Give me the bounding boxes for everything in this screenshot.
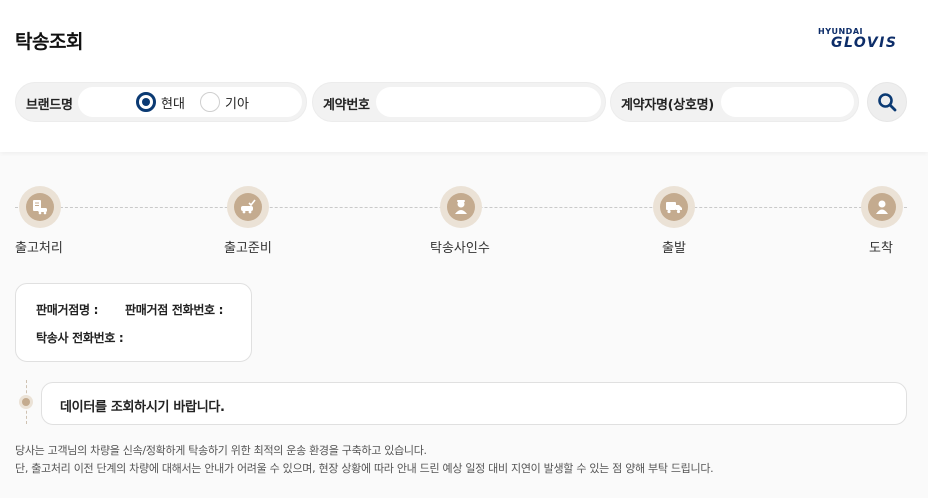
dealer-name-label: 판매거점명 : [36,303,99,317]
brand-filter: 브랜드명 현대 기아 [15,82,307,122]
search-button[interactable] [867,82,907,122]
step-icon-wrapper [653,186,695,228]
contract-number-filter: 계약번호 [312,82,606,122]
person-icon [876,200,888,214]
contract-number-label: 계약번호 [323,98,370,113]
search-icon [878,93,897,112]
brand-option-label: 현대 [161,96,185,112]
contractor-name-filter: 계약자명(상호명) [610,82,859,122]
brand-option-label: 기아 [225,96,249,112]
page-title: 탁송조회 [15,31,83,53]
dealer-phone-label: 판매거점 전화번호 : [125,303,224,317]
brand-label: 브랜드명 [26,98,73,113]
notice-line1: 당사는 고객님의 차량을 신속/정확하게 탁송하기 위한 최적의 운송 환경을 … [15,444,427,457]
brand-radio-hyundai[interactable]: 현대 [136,91,185,113]
step-icon-wrapper [19,186,61,228]
hyundai-glovis-logo: HYUNDAI GLOVIS [817,27,907,51]
dealer-info-box: 판매거점명 : 판매거점 전화번호 : 탁송사 전화번호 : [15,283,252,362]
contractor-name-input[interactable] [721,87,854,117]
logo-line2: GLOVIS [831,35,898,51]
step-icon-wrapper [227,186,269,228]
truck-icon [666,202,682,214]
message-box: 데이터를 조회하시기 바랍니다. [41,382,907,425]
driver-icon [455,200,467,214]
step-label-departure: 출발 [662,241,686,256]
brand-options-area [78,87,302,117]
step-icon-wrapper [861,186,903,228]
message-dot [19,395,33,409]
step-label-arrival: 도착 [869,241,893,256]
radio-selected-icon [136,92,156,112]
contract-number-input[interactable] [376,87,601,117]
step-label-carrier-takeover: 탁송사인수 [430,241,490,256]
message-text: 데이터를 조회하시기 바랍니다. [60,400,225,415]
header: 탁송조회 HYUNDAI GLOVIS 브랜드명 현대 기아 계약번호 계약자명… [0,0,928,152]
carrier-phone-label: 탁송사 전화번호 : [36,331,124,345]
car-check-icon [241,199,256,214]
contractor-name-label: 계약자명(상호명) [621,98,714,113]
document-car-icon [33,200,47,215]
brand-radio-kia[interactable]: 기아 [200,91,249,113]
radio-unselected-icon [200,92,220,112]
notice-line2: 단, 출고처리 이전 단계의 차량에 대해서는 안내가 어려울 수 있으며, 현… [15,462,714,475]
step-label-prepare: 출고준비 [224,241,272,256]
step-icon-wrapper [440,186,482,228]
step-label-release: 출고처리 [15,241,63,256]
